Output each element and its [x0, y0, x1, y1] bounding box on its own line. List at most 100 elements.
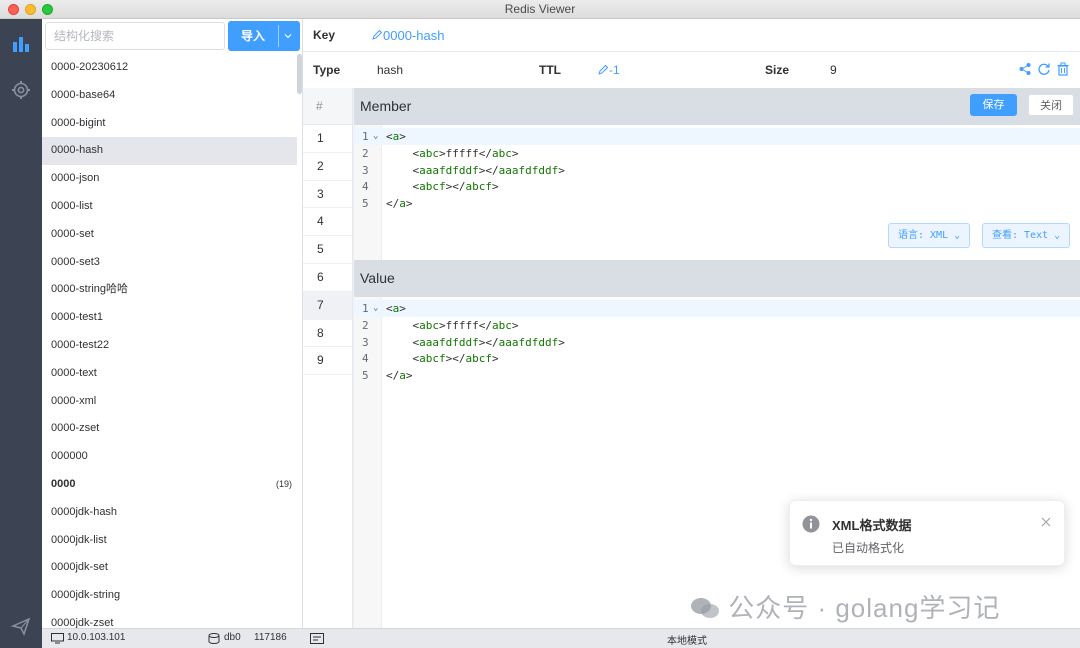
- key-name: 0000-set: [51, 227, 94, 240]
- close-button[interactable]: 关闭: [1028, 94, 1074, 116]
- terminal-icon[interactable]: [310, 633, 324, 647]
- key-list-item[interactable]: 0000jdk-list: [42, 527, 297, 555]
- key-list-item[interactable]: 0000-list: [42, 193, 297, 221]
- fold-toggle-icon[interactable]: ⌄: [373, 128, 378, 145]
- type-label: Type: [313, 63, 341, 77]
- send-icon[interactable]: [10, 615, 32, 637]
- pencil-icon[interactable]: [597, 64, 609, 79]
- window-maximize-button[interactable]: [42, 4, 53, 15]
- share-icon[interactable]: [1018, 62, 1032, 79]
- row-index-item[interactable]: 9: [303, 347, 352, 376]
- window-title: Redis Viewer: [504, 2, 576, 16]
- key-label: Key: [313, 28, 336, 42]
- chevron-down-icon: ⌄: [1054, 230, 1061, 241]
- key-list-panel: 导入 0000-202306120000-base640000-bigint00…: [42, 19, 303, 628]
- key-list-item[interactable]: 0000-xml: [42, 388, 297, 416]
- key-name: 0000-test22: [51, 338, 110, 351]
- row-index-item[interactable]: 8: [303, 320, 352, 348]
- value-editor[interactable]: 1 ⌄ <a> 2 <abc>fffff</abc> 3 <aaafdfddf></aa…: [354, 297, 1080, 628]
- row-index-item[interactable]: 2: [303, 153, 352, 181]
- key-list-item[interactable]: 0000jdk-string: [42, 582, 297, 610]
- key-list-item[interactable]: 0000-zset: [42, 415, 297, 443]
- key-folder-count: (19): [275, 478, 292, 489]
- row-index-item[interactable]: 7: [303, 291, 352, 320]
- key-name: 0000-hash: [51, 144, 103, 157]
- key-list-item[interactable]: 0000-set3: [42, 249, 297, 277]
- line-number: 3: [362, 163, 369, 177]
- status-mode: 本地模式: [667, 636, 707, 647]
- key-name: 0000-test1: [51, 311, 103, 324]
- code-line[interactable]: 1 ⌄ <a>: [354, 300, 1080, 317]
- view-mode-select[interactable]: 查看: Text ⌄: [982, 223, 1071, 248]
- value-section-header: Value: [354, 260, 1080, 297]
- type-value: hash: [377, 63, 404, 77]
- key-info-bar: Type hash TTL -1 Size 9: [303, 52, 1080, 88]
- member-editor[interactable]: 语言: XML ⌄ 查看: Text ⌄ 1 ⌄ <a> 2 <abc>fffff</…: [354, 125, 1080, 260]
- code-text: <aaafdfddf></aaafdfddf>: [412, 163, 565, 177]
- line-number: 2: [362, 146, 369, 160]
- code-line[interactable]: 1 ⌄ <a>: [354, 128, 1080, 145]
- key-name: 0000jdk-hash: [51, 505, 118, 518]
- window-close-button[interactable]: [8, 4, 19, 15]
- info-icon: [802, 515, 820, 536]
- bar-chart-icon[interactable]: [10, 33, 32, 55]
- gear-icon[interactable]: [10, 79, 32, 101]
- key-list-item[interactable]: 0000jdk-set: [42, 554, 297, 582]
- key-list-item[interactable]: 0000jdk-hash: [42, 499, 297, 527]
- key-folder-item[interactable]: 0000 (19): [42, 471, 297, 499]
- code-text: <aaafdfddf></aaafdfddf>: [412, 335, 565, 349]
- key-list-scrollbar[interactable]: [297, 54, 302, 94]
- fold-toggle-icon[interactable]: ⌄: [373, 300, 378, 317]
- ttl-value[interactable]: -1: [609, 63, 620, 77]
- row-index-column: # 123456789: [303, 88, 353, 628]
- chevron-down-icon: ⌄: [954, 230, 961, 241]
- key-list-item[interactable]: 0000-string哈哈: [42, 276, 297, 304]
- key-name-value[interactable]: 0000-hash: [383, 28, 444, 43]
- key-list-item[interactable]: 0000-text: [42, 360, 297, 388]
- language-select-label: 语言: XML: [898, 230, 949, 241]
- member-title: Member: [360, 98, 412, 114]
- row-index-item[interactable]: 6: [303, 264, 352, 292]
- close-icon[interactable]: [1040, 516, 1052, 531]
- window-minimize-button[interactable]: [25, 4, 36, 15]
- row-index-header: #: [303, 88, 352, 125]
- code-text: </a>: [386, 197, 413, 211]
- key-header: Key 0000-hash: [303, 19, 1080, 52]
- view-mode-select-label: 查看: Text: [992, 230, 1049, 241]
- code-text: <a>: [386, 130, 406, 143]
- row-index-item[interactable]: 5: [303, 236, 352, 264]
- code-text: <a>: [386, 302, 406, 315]
- row-index-item[interactable]: 1: [303, 125, 352, 153]
- key-list-item[interactable]: 0000-test1: [42, 304, 297, 332]
- refresh-icon[interactable]: [1037, 62, 1051, 79]
- code-text: <abc>fffff</abc>: [412, 146, 519, 160]
- language-select[interactable]: 语言: XML ⌄: [888, 223, 971, 248]
- search-input[interactable]: [45, 22, 225, 50]
- row-index-item[interactable]: 3: [303, 181, 352, 209]
- row-index-item[interactable]: 4: [303, 208, 352, 237]
- key-list-item[interactable]: 0000-hash: [42, 137, 297, 166]
- pencil-icon[interactable]: [371, 29, 383, 44]
- key-list-item[interactable]: 0000-test22: [42, 332, 297, 360]
- ttl-label: TTL: [539, 63, 561, 77]
- key-list-item[interactable]: 0000-set: [42, 221, 297, 249]
- key-list-item[interactable]: 0000-base64: [42, 82, 297, 110]
- key-list-item[interactable]: 0000-bigint: [42, 110, 297, 138]
- key-list-item[interactable]: 0000jdk-zset: [42, 610, 297, 628]
- trash-icon[interactable]: [1056, 62, 1070, 79]
- line-number: 5: [362, 197, 369, 211]
- chevron-down-icon[interactable]: [282, 30, 294, 45]
- key-list-item[interactable]: 0000-json: [42, 165, 297, 193]
- key-list: 0000-20230612 0000-base64 0000-bigint 0000-…: [42, 54, 297, 628]
- import-button[interactable]: 导入: [228, 21, 300, 51]
- status-db[interactable]: db0: [224, 632, 241, 643]
- key-list-item[interactable]: 0000-20230612: [42, 54, 297, 82]
- status-bar: 10.0.103.101 db0 117186 本地模式: [42, 628, 1080, 648]
- key-name: 0000jdk-list: [51, 533, 107, 546]
- save-button[interactable]: 保存: [970, 94, 1017, 116]
- watermark: 公众号 · golang学习记: [690, 588, 1000, 625]
- key-name: 0000-string哈哈: [51, 283, 129, 296]
- value-title: Value: [360, 270, 395, 286]
- key-name: 0000-text: [51, 366, 97, 379]
- key-list-item[interactable]: 000000: [42, 443, 297, 471]
